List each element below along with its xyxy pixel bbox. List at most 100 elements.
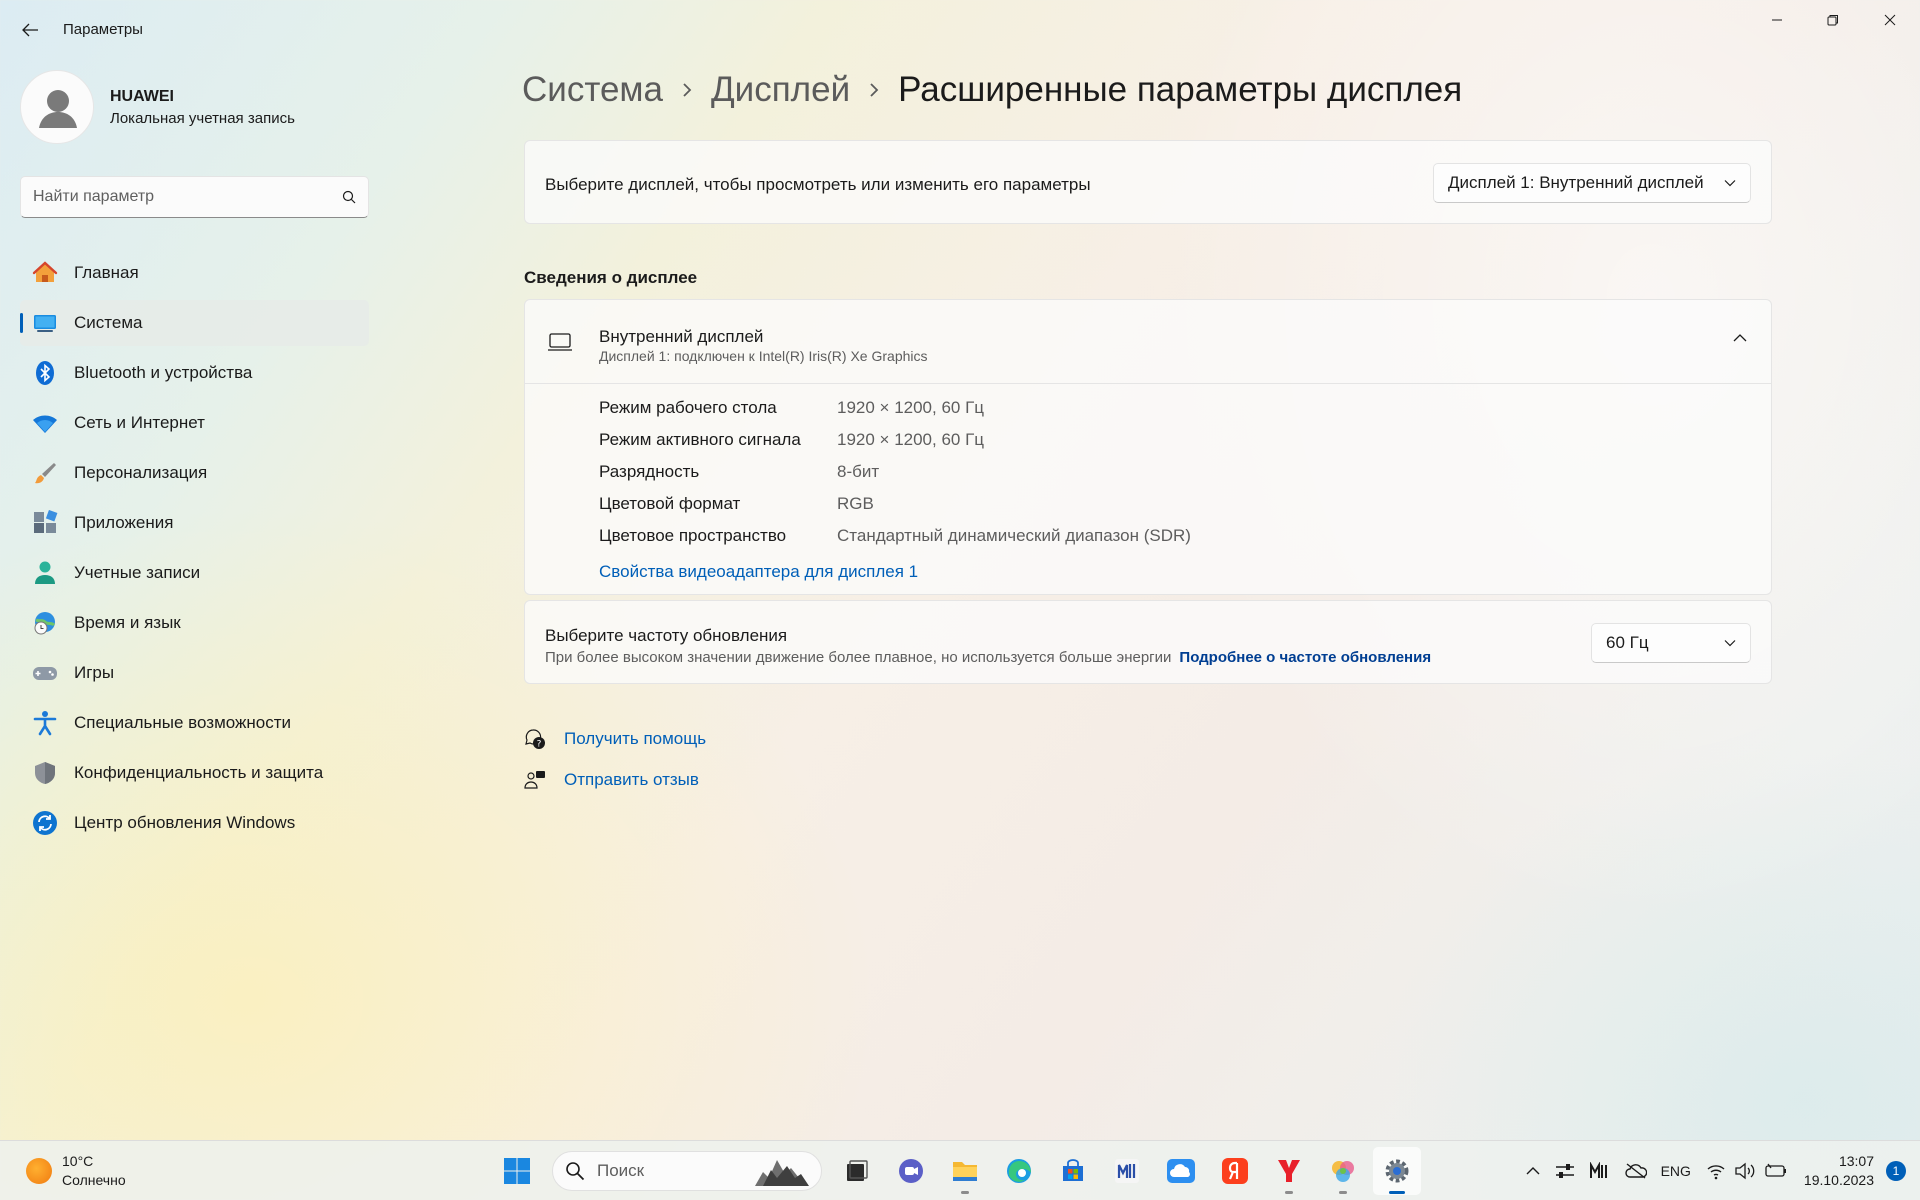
search-input[interactable] — [33, 188, 342, 206]
yandex-browser-button[interactable] — [1265, 1147, 1313, 1195]
tray-mail-app[interactable] — [1582, 1151, 1618, 1191]
start-button[interactable] — [493, 1147, 541, 1195]
globe-clock-icon — [32, 610, 58, 636]
sidebar-item-accounts[interactable]: Учетные записи — [20, 550, 369, 596]
feedback-row[interactable]: Отправить отзыв — [524, 769, 699, 791]
sun-icon — [26, 1158, 52, 1184]
volume-icon — [1735, 1162, 1755, 1180]
sidebar-item-label: Центр обновления Windows — [74, 813, 296, 832]
display-dropdown[interactable]: Дисплей 1: Внутренний дисплей — [1433, 163, 1751, 203]
sidebar-item-bluetooth[interactable]: Bluetooth и устройства — [20, 350, 369, 396]
section-title: Сведения о дисплее — [524, 268, 698, 287]
breadcrumb-system[interactable]: Система — [522, 70, 663, 110]
info-row-key: Цветовой формат — [599, 494, 741, 513]
home-icon — [32, 260, 58, 286]
sidebar-item-label: Главная — [74, 263, 139, 282]
tray-settings-app[interactable] — [1548, 1151, 1582, 1191]
edge-button[interactable] — [995, 1147, 1043, 1195]
sidebar-item-label: Специальные возможности — [74, 713, 292, 732]
back-button[interactable] — [14, 14, 46, 46]
close-button[interactable] — [1862, 0, 1918, 40]
wifi-icon — [1707, 1165, 1725, 1180]
app-title: Параметры — [63, 21, 143, 38]
system-tray: ENG 13:07 19.10.2023 1 — [1518, 1141, 1920, 1200]
sidebar-item-home[interactable]: Главная — [20, 250, 369, 296]
breadcrumb: Система Дисплей Расширенные параметры ди… — [522, 70, 1462, 110]
language-indicator[interactable]: ENG — [1654, 1151, 1698, 1191]
refresh-rate-value: 60 Гц — [1606, 633, 1649, 652]
bluetooth-icon — [32, 360, 58, 386]
search-icon — [342, 190, 356, 204]
display-description: Дисплей 1: подключен к Intel(R) Iris(R) … — [599, 348, 928, 364]
refresh-rate-desc-line: При более высоком значении движение боле… — [545, 649, 1431, 666]
chat-icon — [899, 1159, 923, 1183]
user-profile[interactable]: HUAWEI Локальная учетная запись — [20, 70, 360, 146]
photos-icon — [1332, 1161, 1354, 1182]
arrow-left-icon — [22, 23, 38, 37]
info-row-key: Режим активного сигнала — [599, 430, 801, 449]
breadcrumb-display[interactable]: Дисплей — [711, 70, 850, 110]
sidebar-item-label: Bluetooth и устройства — [74, 363, 253, 382]
restore-button[interactable] — [1805, 0, 1861, 40]
taskbar-search[interactable]: Поиск — [552, 1151, 822, 1191]
chevron-up-icon[interactable] — [1733, 333, 1747, 342]
sidebar-item-personalization[interactable]: Персонализация — [20, 450, 369, 496]
refresh-rate-dropdown[interactable]: 60 Гц — [1591, 623, 1751, 663]
cloud-app-button[interactable] — [1157, 1147, 1205, 1195]
weather-widget[interactable]: 10°C Солнечно — [26, 1149, 126, 1193]
sidebar-item-accessibility[interactable]: Специальные возможности — [20, 700, 369, 746]
display-info-header[interactable]: Внутренний дисплей Дисплей 1: подключен … — [525, 300, 1771, 384]
taskbar-apps: Поиск — [490, 1147, 1424, 1195]
sidebar-item-label: Система — [74, 313, 143, 332]
photos-app-button[interactable] — [1319, 1147, 1367, 1195]
mail-tray-icon — [1589, 1162, 1607, 1178]
get-help-link[interactable]: Получить помощь — [564, 729, 706, 749]
gamepad-icon — [32, 660, 58, 686]
yandex-button[interactable] — [1211, 1147, 1259, 1195]
refresh-rate-description: При более высоком значении движение боле… — [545, 649, 1172, 666]
sliders-icon — [1555, 1164, 1574, 1178]
sidebar-item-network[interactable]: Сеть и Интернет — [20, 400, 369, 446]
minimize-button[interactable] — [1749, 0, 1805, 40]
quick-settings-button[interactable] — [1698, 1151, 1796, 1191]
sidebar-item-privacy[interactable]: Конфиденциальность и защита — [20, 750, 369, 796]
refresh-rate-learn-more-link[interactable]: Подробнее о частоте обновления — [1179, 649, 1431, 666]
windows-logo-icon — [504, 1158, 530, 1184]
person-avatar-icon — [39, 90, 77, 128]
sidebar-item-system[interactable]: Система — [20, 300, 369, 346]
get-help-row[interactable]: ? Получить помощь — [524, 728, 706, 750]
edge-browser-icon — [1007, 1159, 1031, 1183]
file-explorer-button[interactable] — [941, 1147, 989, 1195]
sidebar-item-gaming[interactable]: Игры — [20, 650, 369, 696]
sidebar-item-time-language[interactable]: Время и язык — [20, 600, 369, 646]
store-icon — [1063, 1159, 1083, 1181]
taskbar-search-placeholder: Поиск — [597, 1161, 645, 1180]
ms-store-button[interactable] — [1049, 1147, 1097, 1195]
notification-badge[interactable]: 1 — [1886, 1161, 1906, 1181]
send-feedback-link[interactable]: Отправить отзыв — [564, 770, 699, 790]
cloud-off-icon — [1624, 1163, 1647, 1179]
chevron-up-icon — [1526, 1167, 1540, 1175]
mail-app-button[interactable] — [1103, 1147, 1151, 1195]
task-view-button[interactable] — [833, 1147, 881, 1195]
sidebar-nav: Главная Система Bluetooth и устройства С… — [20, 250, 369, 850]
laptop-icon — [548, 333, 572, 351]
sidebar-item-windows-update[interactable]: Центр обновления Windows — [20, 800, 369, 846]
search-icon — [566, 1162, 585, 1181]
settings-search[interactable] — [20, 176, 369, 218]
clock-time: 13:07 — [1838, 1153, 1874, 1169]
person-icon — [32, 560, 58, 586]
clock[interactable]: 13:07 19.10.2023 — [1796, 1152, 1882, 1190]
show-hidden-icons-button[interactable] — [1518, 1151, 1548, 1191]
sidebar-item-label: Персонализация — [74, 463, 208, 482]
settings-app-button[interactable] — [1373, 1147, 1421, 1195]
apps-icon — [32, 510, 58, 536]
help-chat-icon: ? — [525, 729, 545, 750]
adapter-properties-link[interactable]: Свойства видеоадаптера для дисплея 1 — [599, 562, 918, 582]
tray-onedrive[interactable] — [1618, 1151, 1654, 1191]
teams-chat-button[interactable] — [887, 1147, 935, 1195]
restore-icon — [1827, 15, 1838, 26]
chevron-right-icon — [868, 81, 880, 99]
sidebar-item-apps[interactable]: Приложения — [20, 500, 369, 546]
avatar — [20, 70, 94, 144]
